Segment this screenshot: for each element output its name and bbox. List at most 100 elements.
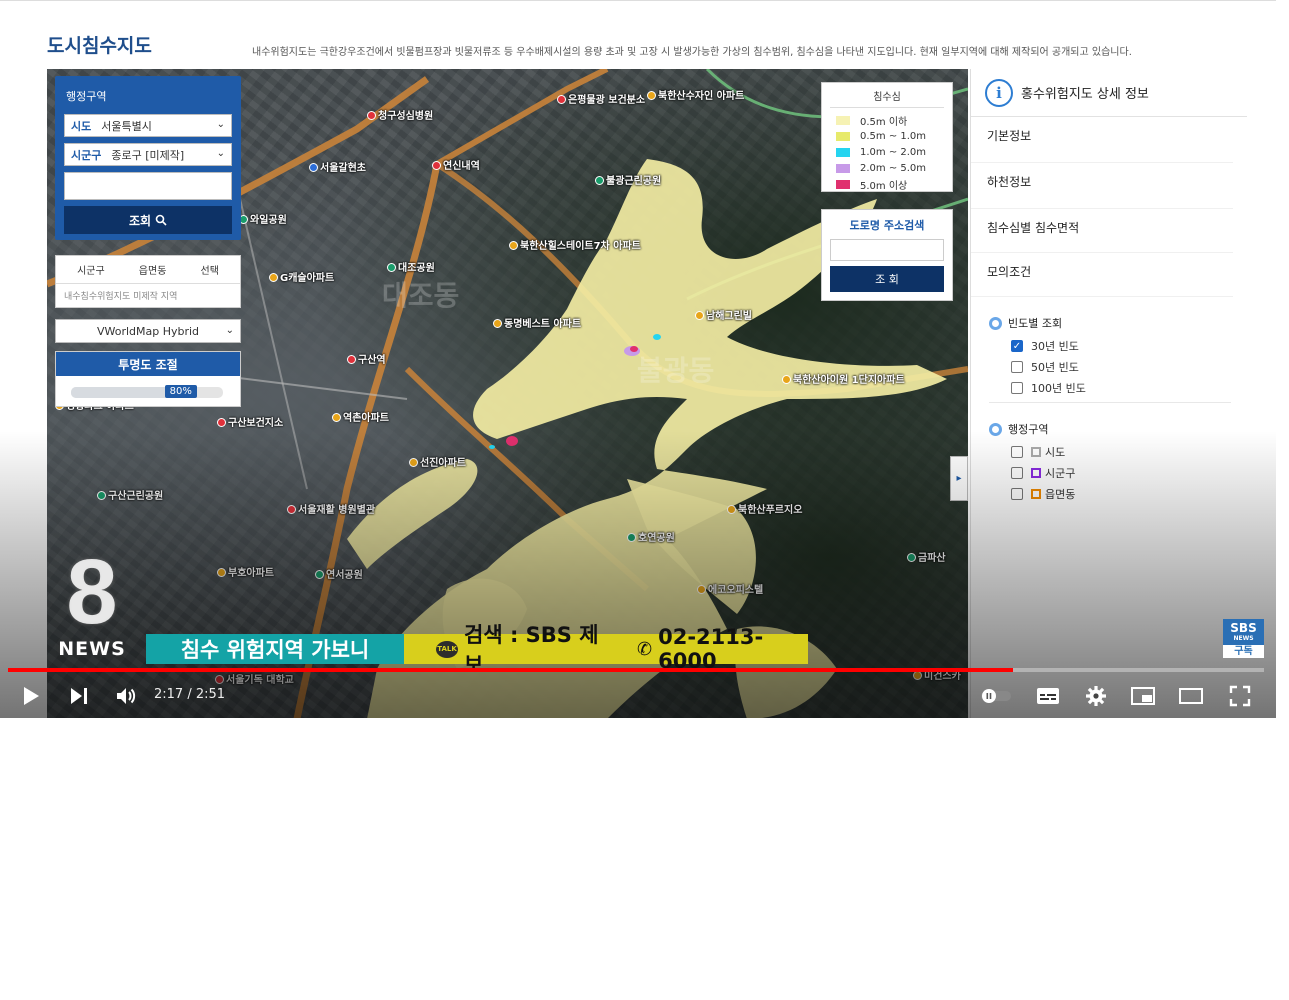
- frequency-group[interactable]: 빈도별 조회: [989, 315, 1247, 331]
- map-poi[interactable]: 남해그린빌: [695, 307, 752, 322]
- map-poi[interactable]: 북한산아이원 1단지아파트: [782, 371, 905, 386]
- legend-title: 침수심: [830, 88, 944, 108]
- map-poi[interactable]: 북한산수자인 아파트: [647, 87, 744, 102]
- map-poi[interactable]: 역촌아파트: [332, 409, 389, 424]
- road-address-search: 도로명 주소검색 조 회: [821, 209, 953, 301]
- map-poi[interactable]: 청구성심병원: [367, 107, 433, 122]
- radio-icon[interactable]: [989, 422, 1002, 436]
- legend-swatch: [836, 115, 850, 125]
- subscribe-badge[interactable]: SBS NEWS 구독: [1223, 619, 1264, 658]
- map-poi[interactable]: 북한산힐스테이트7차 아파트: [509, 237, 641, 252]
- sigungu-select[interactable]: 시군구 종로구 [미제작] ⌄: [64, 143, 232, 166]
- map-poi[interactable]: 대조공원: [387, 259, 435, 274]
- map-poi[interactable]: 연서공원: [315, 566, 363, 581]
- district-label-bulgwang: 불광동: [637, 354, 715, 387]
- legend-label: 5.0m 이상: [860, 180, 908, 192]
- subtitles-icon[interactable]: [1035, 682, 1061, 710]
- volume-icon[interactable]: [113, 682, 139, 710]
- frequency-option[interactable]: ✓ 30년 빈도: [1011, 339, 1247, 353]
- kakaotalk-icon: TALK: [436, 640, 458, 658]
- map-poi[interactable]: 동명베스트 아파트: [493, 315, 581, 330]
- autoplay-toggle-icon[interactable]: [980, 682, 1012, 710]
- legend-item: 2.0m ~ 5.0m: [830, 160, 944, 176]
- radio-icon[interactable]: [989, 316, 1002, 330]
- map-poi[interactable]: 서울재활 병원별관: [287, 501, 375, 516]
- checkbox-icon[interactable]: [1011, 467, 1023, 479]
- result-row[interactable]: 내수침수위험지도 미제작 지역: [56, 284, 240, 307]
- map-poi[interactable]: 은평물광 보건분소: [557, 91, 645, 106]
- region-search-button[interactable]: 조회: [64, 206, 232, 234]
- basemap-value: VWorldMap Hybrid: [96, 324, 200, 338]
- settings-gear-icon[interactable]: [1083, 682, 1109, 710]
- progress-bar[interactable]: [8, 668, 1264, 672]
- map-poi[interactable]: 부호아파트: [217, 564, 274, 579]
- logo-text: NEWS: [58, 638, 126, 660]
- frequency-option-label: 30년 빈도: [1031, 340, 1079, 353]
- checkbox-icon[interactable]: [1011, 361, 1023, 373]
- legend-item: 1.0m ~ 2.0m: [830, 144, 944, 160]
- map-poi[interactable]: 구산보건지소: [217, 414, 283, 429]
- caption-phone-text: 02-2113-6000: [658, 625, 764, 673]
- admin-option-label: 시군구: [1045, 467, 1076, 480]
- panel-toggle-chevron-icon[interactable]: ▸: [950, 456, 968, 501]
- video-player[interactable]: 도시침수지도 내수위험지도는 극한강우조건에서 빗물펌프장과 빗물저류조 등 우…: [0, 0, 1276, 718]
- section-depth-area[interactable]: 침수심별 침수면적: [971, 209, 1233, 253]
- map-poi[interactable]: 금파산: [907, 549, 946, 564]
- map-poi[interactable]: 서울기독 대학교: [215, 671, 294, 686]
- boundary-color-icon: [1031, 489, 1041, 499]
- miniplayer-icon[interactable]: [1130, 682, 1156, 710]
- admin-option[interactable]: 시도: [1011, 445, 1247, 459]
- region-result-table: 시군구 읍면동 선택 내수침수위험지도 미제작 지역: [55, 255, 241, 308]
- map-poi[interactable]: 연신내역: [432, 157, 480, 172]
- legend-item: 0.5m 이하: [830, 112, 944, 128]
- section-simulation-conditions[interactable]: 모의조건: [971, 253, 1233, 297]
- map-poi[interactable]: 북한산푸르지오: [727, 501, 802, 516]
- map-poi[interactable]: 구산역: [347, 351, 386, 366]
- map-poi[interactable]: 구산근린공원: [97, 487, 163, 502]
- fullscreen-icon[interactable]: [1227, 682, 1253, 710]
- admin-group[interactable]: 행정구역: [989, 421, 1247, 437]
- frequency-option[interactable]: 100년 빈도: [1011, 381, 1247, 395]
- checkbox-icon[interactable]: [1011, 446, 1023, 458]
- section-basic-info[interactable]: 기본정보: [971, 117, 1233, 163]
- legend-swatch: [836, 147, 850, 157]
- section-river-info[interactable]: 하천정보: [971, 163, 1233, 209]
- checkbox-icon[interactable]: ✓: [1011, 340, 1023, 352]
- result-table-header: 시군구 읍면동 선택: [56, 256, 240, 284]
- checkbox-icon[interactable]: [1011, 382, 1023, 394]
- logo-number: 8: [66, 541, 118, 643]
- admin-option[interactable]: 읍면동: [1011, 487, 1247, 501]
- play-icon[interactable]: [18, 682, 44, 710]
- admin-option[interactable]: 시군구: [1011, 466, 1247, 480]
- map-poi[interactable]: G캐슬아파트: [269, 269, 334, 284]
- caption-contact: TALK 검색 : SBS 제보 ✆ 02-2113-6000: [404, 623, 808, 677]
- sido-select[interactable]: 시도 서울특별시 ⌄: [64, 114, 232, 137]
- road-address-input[interactable]: [830, 239, 944, 261]
- road-search-button[interactable]: 조 회: [830, 266, 944, 292]
- info-icon: i: [985, 78, 1013, 107]
- detail-panel-title: 홍수위험지도 상세 정보: [1021, 87, 1149, 102]
- next-icon[interactable]: [66, 682, 92, 710]
- sbs-8-news-logo: 8 NEWS: [57, 546, 127, 664]
- chevron-down-icon: ⌄: [225, 325, 234, 336]
- opacity-value[interactable]: 80%: [164, 385, 197, 398]
- map-poi[interactable]: 에코오피스텔: [697, 581, 763, 596]
- opacity-slider[interactable]: [71, 387, 223, 398]
- theater-mode-icon[interactable]: [1178, 682, 1204, 710]
- region-text-input[interactable]: [64, 172, 232, 200]
- admin-option-label: 시도: [1045, 446, 1066, 459]
- map-poi[interactable]: 서울갈현초: [309, 159, 366, 174]
- map-poi[interactable]: 호연공원: [627, 529, 675, 544]
- checkbox-icon[interactable]: [1011, 488, 1023, 500]
- map-poi[interactable]: 선진아파트: [409, 454, 466, 469]
- frequency-option[interactable]: 50년 빈도: [1011, 360, 1247, 374]
- legend-swatch: [836, 179, 850, 189]
- basemap-select[interactable]: VWorldMap Hybrid ⌄: [55, 319, 241, 343]
- region-panel-title: 행정구역: [66, 90, 107, 103]
- map-poi[interactable]: 와일공원: [239, 211, 287, 226]
- sigungu-label: 시군구: [71, 148, 102, 162]
- divider: [989, 402, 1231, 403]
- legend-swatch: [836, 163, 850, 173]
- map-poi[interactable]: 불광근린공원: [595, 172, 661, 187]
- sido-value: 서울특별시: [101, 119, 152, 133]
